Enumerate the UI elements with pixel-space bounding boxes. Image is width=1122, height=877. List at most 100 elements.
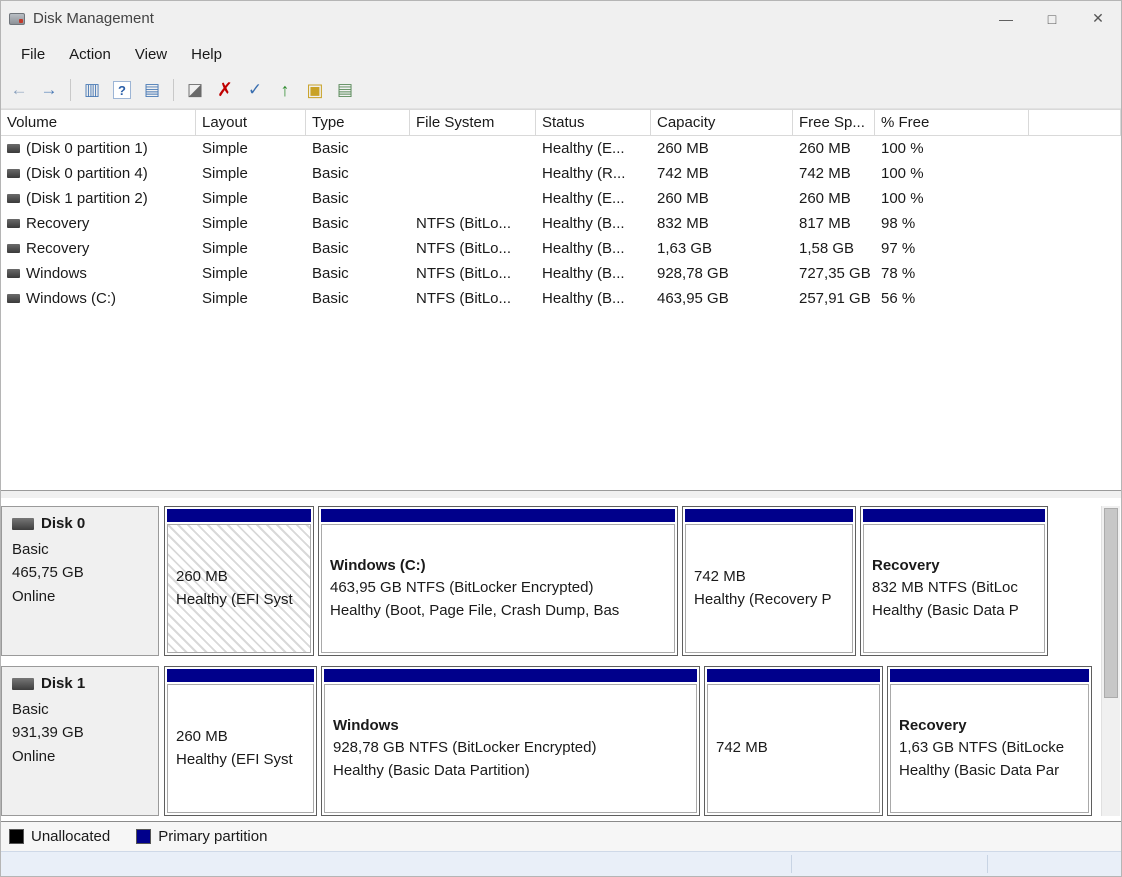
column-header-layout[interactable]: Layout xyxy=(196,110,306,135)
minimize-button[interactable]: — xyxy=(983,1,1029,36)
table-row[interactable]: Windows Simple Basic NTFS (BitLo... Heal… xyxy=(1,261,1121,286)
status-value: Healthy (R... xyxy=(542,165,626,182)
pane-splitter[interactable] xyxy=(1,490,1121,498)
column-header-pct-free[interactable]: % Free xyxy=(875,110,1029,135)
partition-disk1-efi[interactable]: 260 MB Healthy (EFI Syst xyxy=(164,666,317,816)
status-value: Healthy (B... xyxy=(542,215,625,232)
partition-status: Healthy (EFI Syst xyxy=(176,750,293,768)
delete-volume-icon[interactable]: ✗ xyxy=(211,77,239,103)
partition-size: 742 MB xyxy=(716,739,768,757)
partition-disk0-recovery[interactable]: Recovery 832 MB NTFS (BitLoc Healthy (Ba… xyxy=(860,506,1048,656)
volume-name: (Disk 1 partition 2) xyxy=(26,190,148,207)
graphical-view-pane: Disk 0 Basic 465,75 GB Online 260 MB Hea… xyxy=(1,498,1121,821)
column-header-type[interactable]: Type xyxy=(306,110,410,135)
disk-size: 931,39 GB xyxy=(12,724,84,742)
menu-file[interactable]: File xyxy=(9,40,57,69)
volume-list-pane: Volume Layout Type File System Status Ca… xyxy=(1,109,1121,490)
table-row[interactable]: Recovery Simple Basic NTFS (BitLo... Hea… xyxy=(1,236,1121,261)
column-header-volume[interactable]: Volume xyxy=(1,110,196,135)
status-value: Healthy (E... xyxy=(542,140,625,157)
partition-status: Healthy (Boot, Page File, Crash Dump, Ba… xyxy=(330,601,620,619)
toolbar: ← → ▥ ? ▤ ◪ ✗ ✓ ↑ ▣ ▤ xyxy=(1,72,1121,109)
column-header-status[interactable]: Status xyxy=(536,110,651,135)
partition-status: Healthy (Recovery P xyxy=(694,590,832,608)
help-icon[interactable]: ? xyxy=(113,81,131,99)
capacity-value: 463,95 GB xyxy=(657,290,729,307)
back-icon[interactable]: ← xyxy=(5,77,33,103)
tasks-icon[interactable]: ▤ xyxy=(331,77,359,103)
disk0-label[interactable]: Disk 0 Basic 465,75 GB Online xyxy=(1,506,159,656)
disk-row: Disk 0 Basic 465,75 GB Online 260 MB Hea… xyxy=(1,506,1121,656)
partition-disk1-recovery[interactable]: Recovery 1,63 GB NTFS (BitLocke Healthy … xyxy=(887,666,1092,816)
vertical-scrollbar[interactable] xyxy=(1101,506,1120,816)
table-row[interactable]: (Disk 0 partition 1) Simple Basic Health… xyxy=(1,136,1121,161)
partition-title: Windows (C:) xyxy=(330,556,426,574)
free-space-value: 260 MB xyxy=(799,190,851,207)
table-row[interactable]: (Disk 1 partition 2) Simple Basic Health… xyxy=(1,186,1121,211)
capacity-value: 832 MB xyxy=(657,215,709,232)
volume-name: Recovery xyxy=(26,215,90,232)
partition-status: Healthy (Basic Data P xyxy=(872,601,1019,619)
capacity-value: 1,63 GB xyxy=(657,240,713,257)
menu-view[interactable]: View xyxy=(123,40,179,69)
column-header-filesystem[interactable]: File System xyxy=(410,110,536,135)
forward-icon[interactable]: → xyxy=(35,77,63,103)
disk1-label[interactable]: Disk 1 Basic 931,39 GB Online xyxy=(1,666,159,816)
capacity-value: 260 MB xyxy=(657,190,709,207)
unallocated-swatch xyxy=(9,829,24,844)
disk-status: Online xyxy=(12,747,56,765)
window-title: Disk Management xyxy=(33,10,154,27)
table-row[interactable]: Recovery Simple Basic NTFS (BitLo... Hea… xyxy=(1,211,1121,236)
free-space-value: 742 MB xyxy=(799,165,851,182)
table-row[interactable]: (Disk 0 partition 4) Simple Basic Health… xyxy=(1,161,1121,186)
free-space-value: 727,35 GB xyxy=(799,265,871,282)
close-button[interactable]: ✕ xyxy=(1075,1,1121,36)
layout-value: Simple xyxy=(202,265,248,282)
type-value: Basic xyxy=(312,215,349,232)
partition-size: 1,63 GB NTFS (BitLocke xyxy=(899,739,1065,757)
partition-status: Healthy (Basic Data Partition) xyxy=(333,761,530,779)
volume-icon xyxy=(7,244,20,253)
disk-type: Basic xyxy=(12,541,49,558)
scrollbar-thumb[interactable] xyxy=(1104,508,1118,698)
primary-partition-label: Primary partition xyxy=(158,828,268,845)
volume-icon xyxy=(7,294,20,303)
column-header-free-space[interactable]: Free Sp... xyxy=(793,110,875,135)
tool-icon[interactable]: ◪ xyxy=(181,77,209,103)
partition-disk0-recovery-tools[interactable]: 742 MB Healthy (Recovery P xyxy=(682,506,856,656)
disk-row: Disk 1 Basic 931,39 GB Online 260 MB Hea… xyxy=(1,666,1121,816)
volume-icon xyxy=(7,194,20,203)
partition-disk1-recovery-tools[interactable]: 742 MB xyxy=(704,666,883,816)
partition-color-bar xyxy=(685,509,853,522)
filesystem-value: NTFS (BitLo... xyxy=(416,290,512,307)
partition-disk1-windows[interactable]: Windows 928,78 GB NTFS (BitLocker Encryp… xyxy=(321,666,700,816)
partition-color-bar xyxy=(167,669,314,682)
menu-action[interactable]: Action xyxy=(57,40,123,69)
console-tree-icon[interactable]: ▥ xyxy=(78,77,106,103)
mark-active-icon[interactable]: ✓ xyxy=(241,77,269,103)
maximize-button[interactable]: □ xyxy=(1029,1,1075,36)
partition-status: Healthy (Basic Data Par xyxy=(899,761,1060,779)
pct-free-value: 100 % xyxy=(881,140,924,157)
capacity-value: 928,78 GB xyxy=(657,265,729,282)
menu-help[interactable]: Help xyxy=(179,40,234,69)
up-arrow-icon[interactable]: ↑ xyxy=(271,77,299,103)
table-row[interactable]: Windows (C:) Simple Basic NTFS (BitLo...… xyxy=(1,286,1121,311)
explore-folder-icon[interactable]: ▣ xyxy=(301,77,329,103)
type-value: Basic xyxy=(312,140,349,157)
layout-value: Simple xyxy=(202,190,248,207)
partition-disk0-efi[interactable]: 260 MB Healthy (EFI Syst xyxy=(164,506,314,656)
disk-size: 465,75 GB xyxy=(12,564,84,582)
free-space-value: 1,58 GB xyxy=(799,240,855,257)
partition-disk0-windows-c[interactable]: Windows (C:) 463,95 GB NTFS (BitLocker E… xyxy=(318,506,678,656)
filesystem-value: NTFS (BitLo... xyxy=(416,240,512,257)
status-value: Healthy (B... xyxy=(542,290,625,307)
partition-size: 832 MB NTFS (BitLoc xyxy=(872,579,1018,597)
unallocated-label: Unallocated xyxy=(31,828,111,845)
type-value: Basic xyxy=(312,290,349,307)
column-header-capacity[interactable]: Capacity xyxy=(651,110,793,135)
pct-free-value: 100 % xyxy=(881,190,924,207)
action-pane-icon[interactable]: ▤ xyxy=(138,77,166,103)
volume-icon xyxy=(7,169,20,178)
volume-name: Windows xyxy=(26,265,87,282)
